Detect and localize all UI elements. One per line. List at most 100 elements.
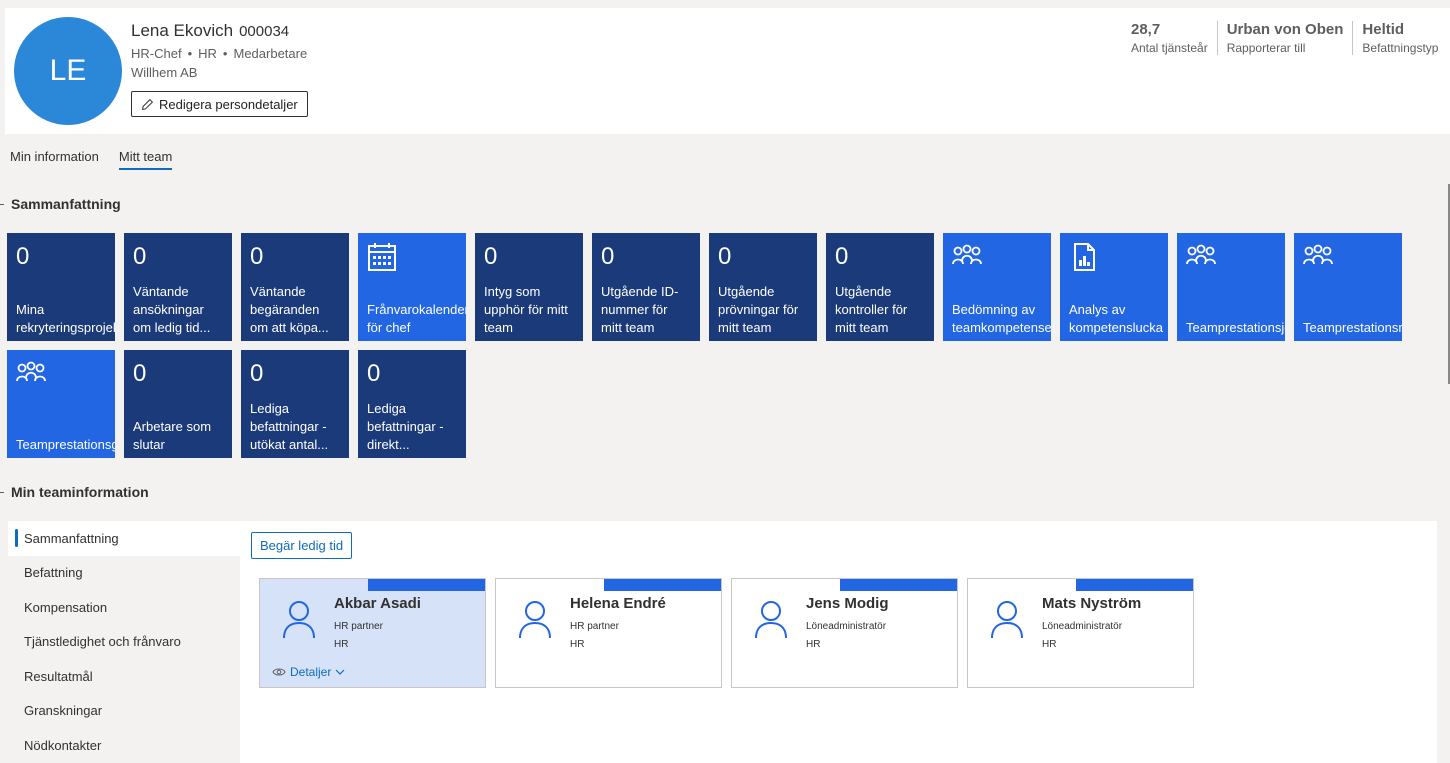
eye-icon	[272, 668, 286, 676]
summary-tile[interactable]: 0 Intyg som upphör för mitt team	[475, 233, 583, 341]
tile-label: Utgående kontroller för mitt team	[835, 284, 908, 335]
summary-tile[interactable]: Teamprestationsmål	[1294, 233, 1402, 341]
card-accent-bar	[840, 579, 957, 591]
tab-my-information[interactable]: Min information	[10, 149, 99, 170]
tile-count: 0	[718, 243, 732, 270]
member-role: HR partner	[334, 621, 383, 632]
team-member-card[interactable]: Jens Modig Löneadministratör HR	[731, 578, 958, 688]
team-info-panel: Sammanfattning Befattning Kompensation T…	[8, 521, 1437, 763]
tile-label: Mina rekryteringsprojekt	[16, 302, 115, 335]
kpi-label: Antal tjänsteår	[1131, 41, 1208, 55]
tile-label: Bedömning av teamkompetenser	[952, 302, 1051, 335]
profile-name: Lena Ekovich	[131, 21, 234, 40]
summary-tile[interactable]: 0 Lediga befattningar - direkt...	[358, 350, 466, 458]
member-name: Helena Endré	[570, 595, 666, 612]
member-role: Löneadministratör	[1042, 621, 1123, 632]
summary-tile[interactable]: 0 Väntande begäranden om att köpa...	[241, 233, 349, 341]
tile-label: Utgående prövningar för mitt team	[718, 284, 799, 335]
nav-item-leave-and-absence[interactable]: Tjänstledighet och frånvaro	[8, 625, 240, 660]
tile-label: Intyg som upphör för mitt team	[484, 284, 568, 335]
person-icon	[519, 601, 551, 639]
tile-count: 0	[367, 360, 381, 387]
summary-tile[interactable]: Bedömning av teamkompetenser	[943, 233, 1051, 341]
tile-count: 0	[133, 360, 147, 387]
details-toggle[interactable]: Detaljer	[272, 665, 345, 679]
member-department: HR	[334, 639, 349, 650]
profile-header: LE Lena Ekovich 000034 HR-Chef • HR • Medarbe…	[5, 8, 1450, 134]
tile-label: Teamprestationsjournal	[1186, 320, 1285, 335]
kpi-value: 28,7	[1131, 21, 1161, 38]
kpi-position-type: Heltid Befattningstyp	[1362, 21, 1447, 55]
kpi-label: Befattningstyp	[1362, 41, 1439, 55]
kpi-years-of-service: 28,7 Antal tjänsteår	[1131, 21, 1218, 55]
summary-tile[interactable]: 0 Utgående ID- nummer för mitt team	[592, 233, 700, 341]
summary-tile[interactable]: 0 Utgående prövningar för mitt team	[709, 233, 817, 341]
nav-item-reviews[interactable]: Granskningar	[8, 694, 240, 729]
team-member-card[interactable]: Mats Nyström Löneadministratör HR	[967, 578, 1194, 688]
member-name: Mats Nyström	[1042, 595, 1142, 612]
team-info-section-header[interactable]: Min teaminformation	[0, 484, 149, 500]
summary-tile[interactable]: Frånvarokalender för chef	[358, 233, 466, 341]
summary-tile[interactable]: 0 Arbetare som slutar	[124, 350, 232, 458]
tile-count: 0	[484, 243, 498, 270]
team-icon	[952, 242, 982, 272]
team-info-nav: Sammanfattning Befattning Kompensation T…	[8, 521, 240, 763]
tab-my-team[interactable]: Mitt team	[118, 149, 173, 170]
tile-label: Lediga befattningar - direkt...	[367, 401, 444, 452]
kpi-label: Rapporterar till	[1226, 41, 1306, 55]
chevron-down-icon	[335, 669, 345, 675]
team-icon	[16, 359, 46, 389]
summary-tile[interactable]: Teamprestationsjournal	[1177, 233, 1285, 341]
tile-label: Lediga befattningar - utökat antal...	[250, 401, 329, 452]
kpi-value[interactable]: Urban von Oben	[1227, 21, 1344, 38]
company-name: Willhem AB	[131, 65, 198, 80]
team-member-card[interactable]: Helena Endré HR partner HR	[495, 578, 722, 688]
tile-label: Frånvarokalender för chef	[367, 302, 466, 335]
summary-tile[interactable]: 0 Utgående kontroller för mitt team	[826, 233, 934, 341]
summary-tile[interactable]: 0 Mina rekryteringsprojekt	[7, 233, 115, 341]
kpi-reports-to[interactable]: Urban von Oben Rapporterar till	[1227, 21, 1354, 55]
summary-tile[interactable]: Teamprestationsgranskning	[7, 350, 115, 458]
member-name: Jens Modig	[806, 595, 889, 612]
request-leave-button[interactable]: Begär ledig tid	[251, 532, 353, 559]
details-label: Detaljer	[290, 665, 332, 679]
member-department: HR	[570, 639, 585, 650]
tile-label: Väntande ansökningar om ledig tid...	[133, 284, 211, 335]
card-accent-bar	[604, 579, 721, 591]
team-icon	[1303, 242, 1333, 272]
member-department: HR	[806, 639, 821, 650]
tile-count: 0	[133, 243, 147, 270]
card-accent-bar	[1076, 579, 1193, 591]
tile-label: Väntande begäranden om att köpa...	[250, 284, 329, 335]
calendar-icon	[367, 242, 397, 272]
nav-item-performance-goals[interactable]: Resultatmål	[8, 659, 240, 694]
separator-dot: •	[187, 46, 193, 61]
tile-count: 0	[835, 243, 849, 270]
job-title: HR-Chef	[131, 46, 182, 61]
person-icon	[283, 601, 315, 639]
nav-item-position[interactable]: Befattning	[8, 556, 240, 591]
separator-dot: •	[222, 46, 228, 61]
profile-name-line: Lena Ekovich 000034	[131, 21, 289, 41]
page-tabs: Min information Mitt team	[10, 149, 173, 170]
team-member-card[interactable]: Akbar Asadi HR partner HR Detaljer	[259, 578, 486, 688]
pencil-icon	[142, 98, 154, 110]
profile-meta: HR-Chef • HR • Medarbetare	[131, 46, 307, 61]
tile-label: Teamprestationsmål	[1303, 320, 1402, 335]
tile-count: 0	[250, 243, 264, 270]
nav-item-compensation[interactable]: Kompensation	[8, 590, 240, 625]
nav-item-emergency-contacts[interactable]: Nödkontakter	[8, 728, 240, 763]
person-icon	[755, 601, 787, 639]
nav-item-summary[interactable]: Sammanfattning	[8, 521, 240, 556]
summary-tile[interactable]: 0 Väntande ansökningar om ledig tid...	[124, 233, 232, 341]
team-icon	[1186, 242, 1216, 272]
summary-tile[interactable]: Analys av kompetenslucka	[1060, 233, 1168, 341]
summary-tile[interactable]: 0 Lediga befattningar - utökat antal...	[241, 350, 349, 458]
report-icon	[1069, 242, 1099, 272]
member-department: HR	[1042, 639, 1057, 650]
summary-section-header[interactable]: Sammanfattning	[0, 196, 121, 212]
member-role: Löneadministratör	[806, 621, 887, 632]
kpi-strip: 28,7 Antal tjänsteår Urban von Oben Rapp…	[1131, 21, 1447, 55]
edit-person-details-button[interactable]: Redigera persondetaljer	[131, 91, 308, 117]
tile-count: 0	[250, 360, 264, 387]
